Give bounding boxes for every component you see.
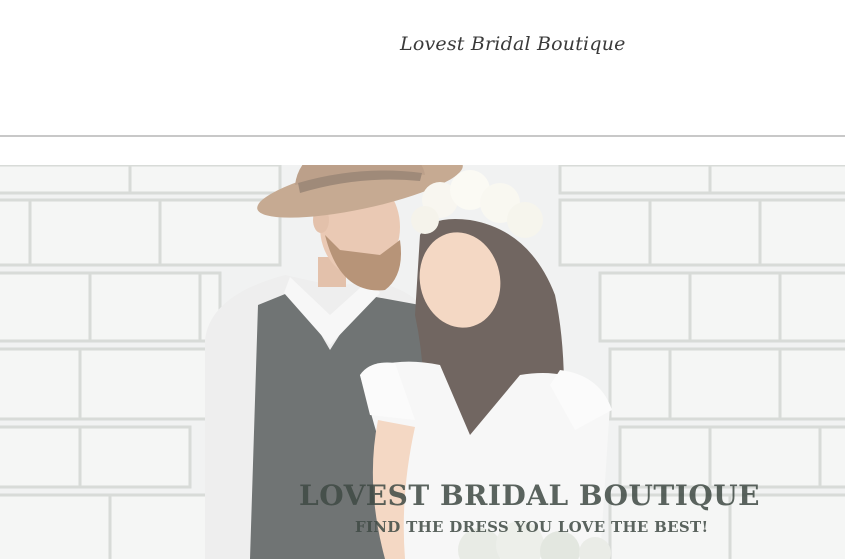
site-header: Lovest Bridal Boutique [0,0,845,135]
hero-subtitle: FIND THE DRESS YOU LOVE THE BEST! [355,518,709,536]
hero-banner: LOVEST BRIDAL BOUTIQUE FIND THE DRESS YO… [0,165,845,559]
hero-title: LOVEST BRIDAL BOUTIQUE [299,479,761,512]
site-logo[interactable]: Lovest Bridal Boutique [400,33,626,55]
page: Lovest Bridal Boutique LOVEST BRIDAL BOU… [0,0,845,559]
header-divider [0,135,845,137]
